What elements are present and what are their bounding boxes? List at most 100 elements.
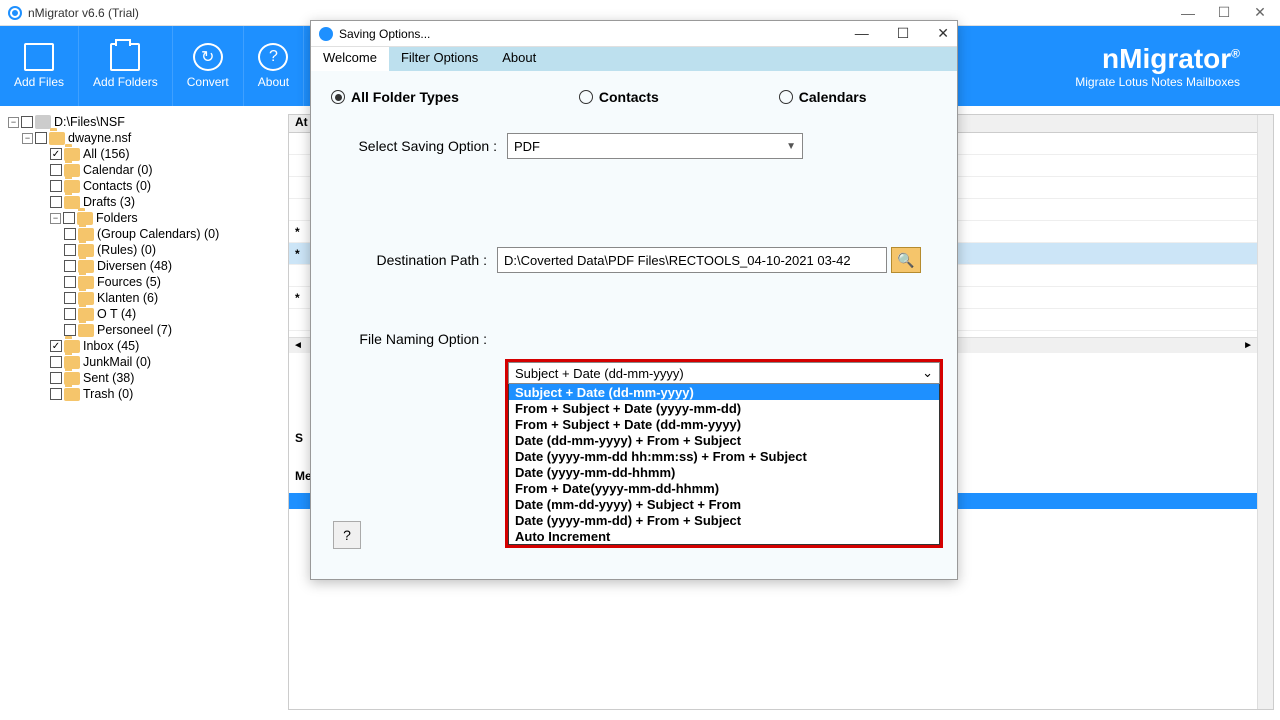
destination-path-input[interactable] [497, 247, 887, 273]
tree-item[interactable]: Calendar (0) [8, 162, 284, 178]
file-naming-option[interactable]: From + Date(yyyy-mm-dd-hhmm) [509, 480, 939, 496]
file-naming-option[interactable]: From + Subject + Date (yyyy-mm-dd) [509, 400, 939, 416]
folder-icon [78, 244, 94, 257]
collapse-icon[interactable]: − [8, 117, 19, 128]
folder-icon [110, 43, 140, 71]
tree-checkbox[interactable] [50, 388, 62, 400]
tree-item[interactable]: Sent (38) [8, 370, 284, 386]
file-naming-select[interactable]: Subject + Date (dd-mm-yyyy) ⌄ [508, 362, 940, 384]
add-files-label: Add Files [14, 75, 64, 89]
add-folders-label: Add Folders [93, 75, 158, 89]
browse-button[interactable]: 🔍 [891, 247, 921, 273]
tree-file-label[interactable]: dwayne.nsf [68, 131, 131, 145]
tree-item[interactable]: Contacts (0) [8, 178, 284, 194]
tree-checkbox[interactable] [50, 340, 62, 352]
folder-icon [64, 196, 80, 209]
tree-checkbox[interactable] [21, 116, 33, 128]
tree-item[interactable]: (Group Calendars) (0) [8, 226, 284, 242]
tree-item[interactable]: All (156) [8, 146, 284, 162]
radio-all-folder-types[interactable]: All Folder Types [331, 89, 459, 105]
file-naming-option[interactable]: Auto Increment [509, 528, 939, 544]
tree-item[interactable]: Klanten (6) [8, 290, 284, 306]
file-naming-option[interactable]: Date (yyyy-mm-dd) + From + Subject [509, 512, 939, 528]
tree-item[interactable]: Drafts (3) [8, 194, 284, 210]
tree-checkbox[interactable] [64, 276, 76, 288]
tree-checkbox[interactable] [50, 372, 62, 384]
saving-options-dialog: Saving Options... — ☐ ✕ Welcome Filter O… [310, 20, 958, 580]
tree-item[interactable]: Personeel (7) [8, 322, 284, 338]
radio-calendars[interactable]: Calendars [779, 89, 867, 105]
radio-contacts[interactable]: Contacts [579, 89, 659, 105]
tree-checkbox[interactable] [64, 260, 76, 272]
brand-name: nMigrator [1102, 43, 1231, 74]
drive-icon [35, 115, 51, 129]
file-naming-option[interactable]: Date (dd-mm-yyyy) + From + Subject [509, 432, 939, 448]
file-naming-option[interactable]: Date (yyyy-mm-dd-hhmm) [509, 464, 939, 480]
tree-item[interactable]: JunkMail (0) [8, 354, 284, 370]
tree-item-label: (Group Calendars) (0) [97, 227, 219, 241]
folder-icon [64, 372, 80, 385]
tree-checkbox[interactable] [64, 324, 76, 336]
dialog-minimize-icon[interactable]: — [855, 25, 869, 42]
destination-path-label: Destination Path : [327, 252, 497, 268]
tree-checkbox[interactable] [64, 292, 76, 304]
folder-icon [78, 228, 94, 241]
collapse-icon[interactable]: − [50, 213, 61, 224]
tree-checkbox[interactable] [50, 164, 62, 176]
dialog-close-icon[interactable]: ✕ [937, 25, 949, 42]
tree-item[interactable]: Diversen (48) [8, 258, 284, 274]
add-files-button[interactable]: Add Files [0, 26, 79, 106]
tree-checkbox[interactable] [64, 228, 76, 240]
folder-tree[interactable]: − D:\Files\NSF − dwayne.nsf All (156)Cal… [8, 114, 284, 710]
tab-about[interactable]: About [490, 47, 548, 71]
collapse-icon[interactable]: − [22, 133, 33, 144]
file-naming-option[interactable]: Date (yyyy-mm-dd hh:mm:ss) + From + Subj… [509, 448, 939, 464]
about-icon [258, 43, 288, 71]
search-folder-icon: 🔍 [897, 252, 914, 269]
tree-item[interactable]: (Rules) (0) [8, 242, 284, 258]
dialog-maximize-icon[interactable]: ☐ [897, 25, 910, 42]
minimize-icon[interactable]: — [1182, 7, 1194, 19]
file-naming-dropdown-highlight: Subject + Date (dd-mm-yyyy) ⌄ Subject + … [505, 359, 943, 548]
tree-checkbox[interactable] [50, 148, 62, 160]
tree-checkbox[interactable] [64, 308, 76, 320]
tree-checkbox[interactable] [63, 212, 75, 224]
dialog-title: Saving Options... [339, 27, 430, 41]
convert-icon [193, 43, 223, 71]
help-button[interactable]: ? [333, 521, 361, 549]
tree-root-label[interactable]: D:\Files\NSF [54, 115, 125, 129]
dialog-titlebar[interactable]: Saving Options... — ☐ ✕ [311, 21, 957, 47]
tree-item[interactable]: −Folders [8, 210, 284, 226]
tree-item[interactable]: Fources (5) [8, 274, 284, 290]
vertical-scrollbar[interactable] [1257, 115, 1273, 709]
tree-checkbox[interactable] [64, 244, 76, 256]
file-naming-option[interactable]: Date (mm-dd-yyyy) + Subject + From [509, 496, 939, 512]
tab-filter-options[interactable]: Filter Options [389, 47, 490, 71]
tree-checkbox[interactable] [50, 180, 62, 192]
maximize-icon[interactable]: ☐ [1218, 7, 1230, 19]
tab-welcome[interactable]: Welcome [311, 47, 389, 71]
tree-checkbox[interactable] [50, 356, 62, 368]
convert-button[interactable]: Convert [173, 26, 244, 106]
file-naming-option[interactable]: From + Subject + Date (dd-mm-yyyy) [509, 416, 939, 432]
radio-icon [331, 90, 345, 104]
close-icon[interactable]: ✕ [1254, 7, 1266, 19]
file-naming-option[interactable]: Subject + Date (dd-mm-yyyy) [509, 384, 939, 400]
dialog-logo-icon [319, 27, 333, 41]
tree-item[interactable]: Inbox (45) [8, 338, 284, 354]
brand-tagline: Migrate Lotus Notes Mailboxes [1075, 75, 1240, 89]
tree-item-label: Sent (38) [83, 371, 134, 385]
brand-area: nMigrator® Migrate Lotus Notes Mailboxes [1075, 43, 1280, 89]
tree-checkbox[interactable] [35, 132, 47, 144]
tree-checkbox[interactable] [50, 196, 62, 208]
scroll-left-icon[interactable]: ◄ [293, 340, 303, 351]
radio-label: Contacts [599, 89, 659, 105]
tree-item[interactable]: O T (4) [8, 306, 284, 322]
add-folders-button[interactable]: Add Folders [79, 26, 173, 106]
section-label: S [295, 431, 303, 445]
about-button[interactable]: About [244, 26, 304, 106]
folder-icon [64, 180, 80, 193]
scroll-right-icon[interactable]: ► [1243, 340, 1253, 351]
saving-option-select[interactable]: PDF ▼ [507, 133, 803, 159]
tree-item[interactable]: Trash (0) [8, 386, 284, 402]
